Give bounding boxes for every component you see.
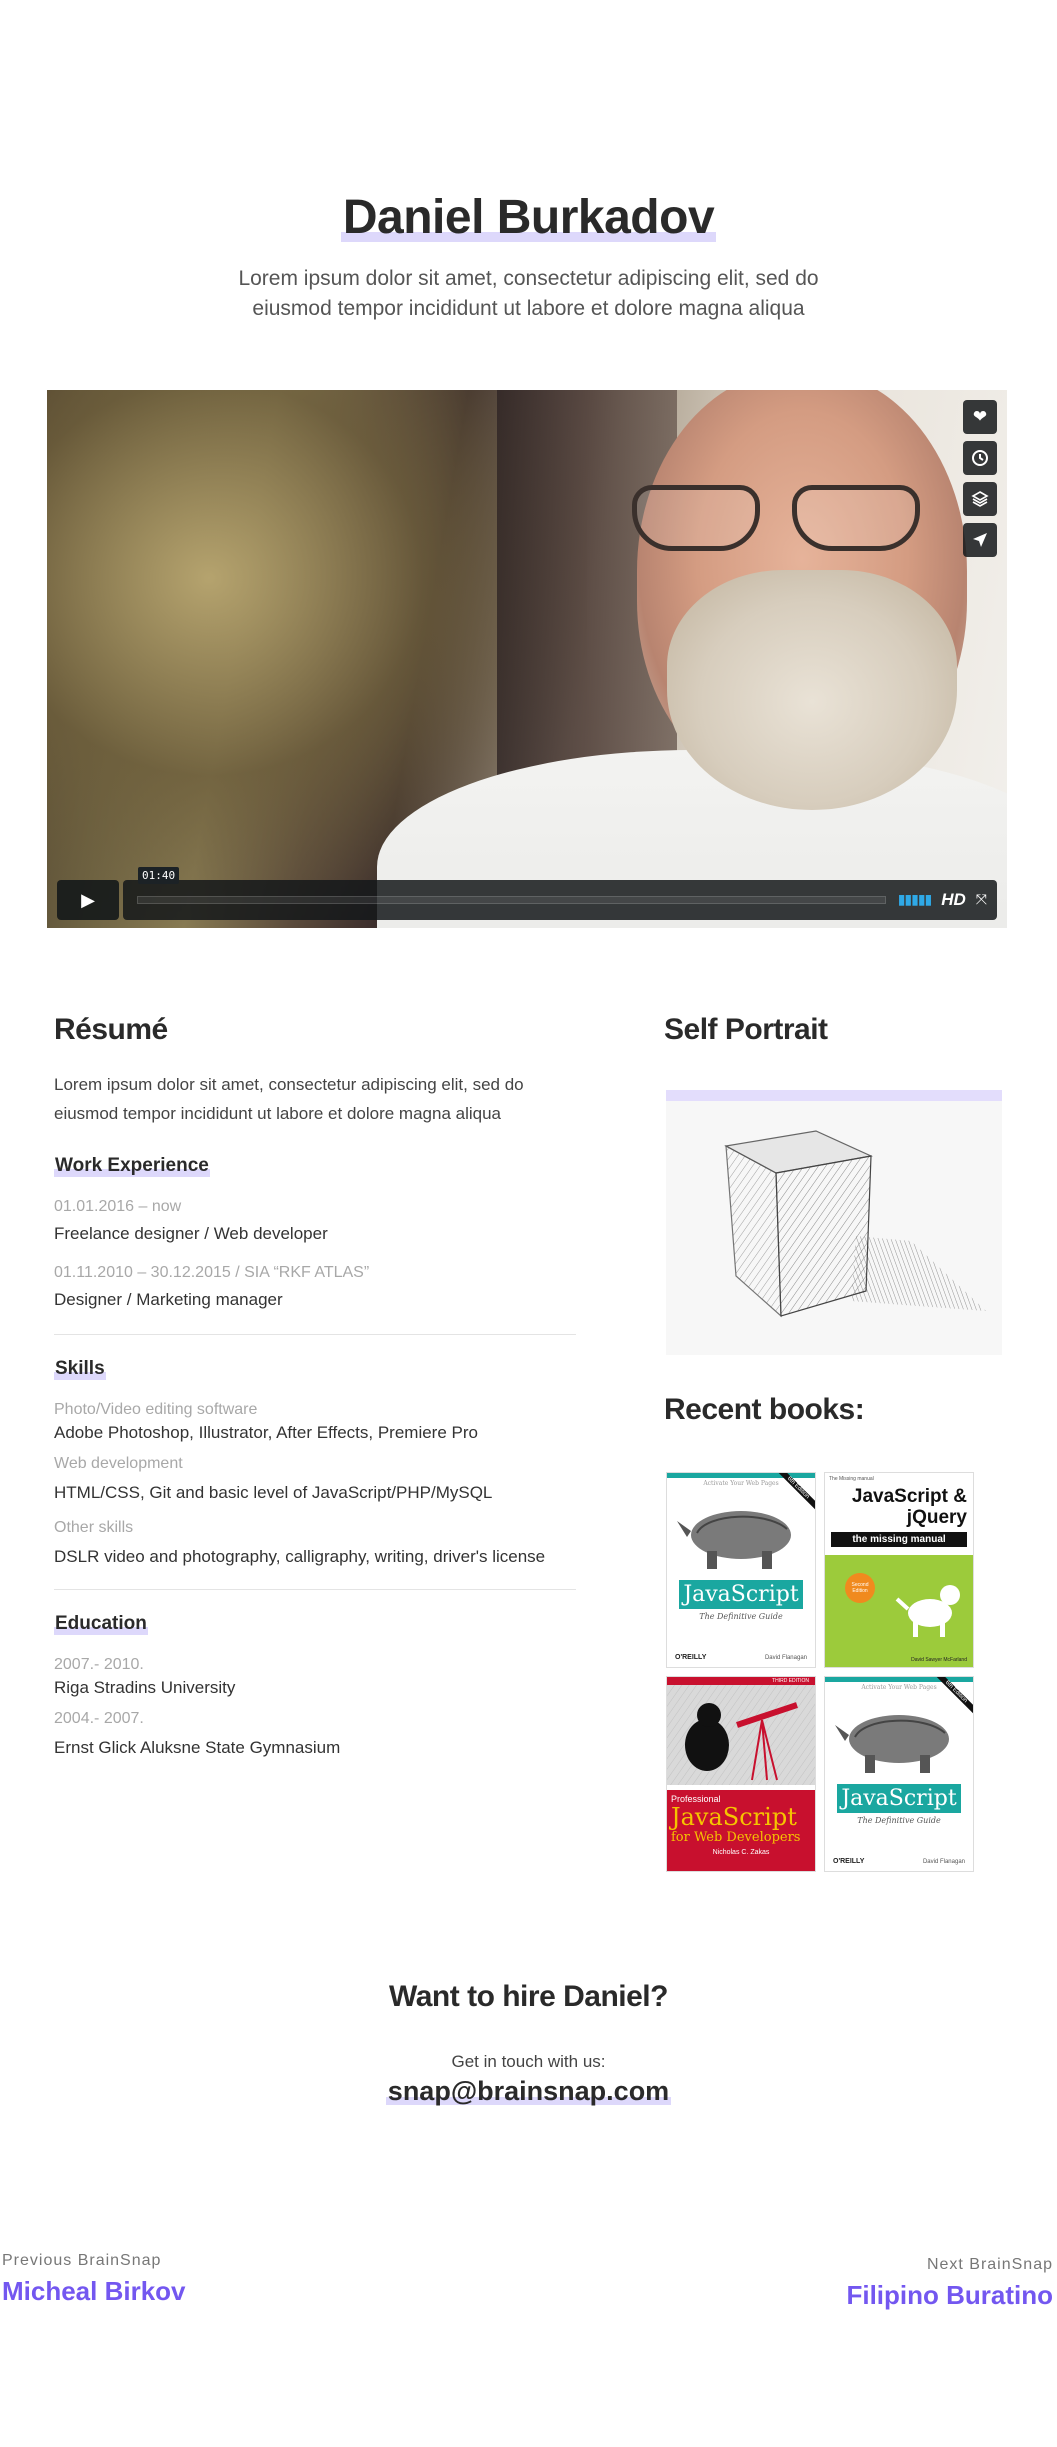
heart-icon[interactable]: ❤ bbox=[963, 400, 997, 434]
resume-intro: Lorem ipsum dolor sit amet, consectetur … bbox=[54, 1075, 524, 1123]
education-years: 2007.- 2010. bbox=[54, 1656, 144, 1673]
work-role: Freelance designer / Web developer bbox=[54, 1224, 328, 1243]
book-cover[interactable]: The Missing manual JavaScript & jQuery t… bbox=[824, 1472, 974, 1668]
book-cover[interactable]: Activate Your Web Pages 6th Edition Java… bbox=[666, 1472, 816, 1668]
self-portrait-title: Self Portrait bbox=[664, 1013, 828, 1046]
recent-books-title: Recent books: bbox=[664, 1393, 865, 1426]
clock-icon[interactable] bbox=[963, 441, 997, 475]
next-brainsnap: Next BrainSnap Filipino Buratino bbox=[846, 2256, 1053, 2311]
video-side-buttons: ❤ bbox=[963, 400, 997, 564]
resume-title: Résumé bbox=[54, 1013, 168, 1046]
work-date: 01.11.2010 – 30.12.2015 / SIA “RKF ATLAS… bbox=[54, 1264, 370, 1281]
education-years: 2004.- 2007. bbox=[54, 1710, 144, 1727]
work-experience-heading: Work Experience bbox=[54, 1154, 210, 1178]
education-school: Ernst Glick Aluksne State Gymnasium bbox=[54, 1738, 341, 1757]
list-item: Photo/Video editing software Adobe Photo… bbox=[54, 1399, 574, 1445]
skill-value: DSLR video and photography, calligraphy,… bbox=[54, 1547, 546, 1566]
work-role: Designer / Marketing manager bbox=[54, 1290, 283, 1309]
skill-label: Web development bbox=[54, 1455, 183, 1472]
list-item: 01.01.2016 – now Freelance designer / We… bbox=[54, 1196, 574, 1246]
telescope-photo bbox=[667, 1685, 815, 1785]
skill-label: Other skills bbox=[54, 1519, 134, 1536]
progress-bar[interactable]: 01:40 bbox=[137, 867, 886, 904]
email-link[interactable]: snap@brainsnap.com bbox=[385, 2076, 672, 2107]
contact-prompt: Get in touch with us: bbox=[451, 2052, 606, 2071]
next-label: Next BrainSnap bbox=[926, 2256, 1053, 2273]
video-controls: ▶ 01:40 ▮▮▮▮▮ HD ⤧ bbox=[57, 867, 997, 920]
work-experience: Work Experience 01.01.2016 – now Freelan… bbox=[54, 1154, 574, 1312]
list-item: 2007.- 2010. Riga Stradins University bbox=[54, 1654, 574, 1700]
play-icon: ▶ bbox=[81, 889, 95, 911]
book-cover[interactable]: Activate Your Web Pages 6th Edition Java… bbox=[824, 1676, 974, 1872]
time-tooltip: 01:40 bbox=[138, 867, 180, 884]
divider bbox=[54, 1589, 576, 1590]
education-heading: Education bbox=[54, 1612, 148, 1636]
video-control-bar: 01:40 ▮▮▮▮▮ HD ⤧ bbox=[123, 867, 997, 920]
work-date: 01.01.2016 – now bbox=[54, 1198, 182, 1215]
layers-icon[interactable] bbox=[963, 482, 997, 516]
video-frame-glasses bbox=[632, 485, 942, 555]
send-icon[interactable] bbox=[963, 523, 997, 557]
education-school: Riga Stradins University bbox=[54, 1678, 236, 1697]
list-item: Web development HTML/CSS, Git and basic … bbox=[54, 1453, 574, 1505]
hd-toggle[interactable]: HD bbox=[941, 890, 966, 910]
self-portrait-image bbox=[666, 1090, 1002, 1355]
resume-section: Résumé Lorem ipsum dolor sit amet, conse… bbox=[54, 1010, 576, 1760]
rhino-illustration bbox=[835, 1715, 949, 1773]
rhino-illustration bbox=[677, 1511, 791, 1569]
divider bbox=[54, 1334, 576, 1335]
hire-section: Want to hire Daniel? Get in touch with u… bbox=[0, 1980, 1057, 2107]
profile-header: Daniel Burkadov Lorem ipsum dolor sit am… bbox=[0, 190, 1057, 324]
video-player[interactable]: ❤ ▶ 01:40 ▮▮▮▮▮ HD ⤧ bbox=[47, 390, 1007, 928]
previous-label: Previous BrainSnap bbox=[2, 2252, 162, 2269]
volume-icon[interactable]: ▮▮▮▮▮ bbox=[898, 892, 933, 908]
education: Education 2007.- 2010. Riga Stradins Uni… bbox=[54, 1612, 574, 1760]
page-title: Daniel Burkadov bbox=[340, 190, 717, 246]
previous-link[interactable]: Micheal Birkov bbox=[2, 2276, 186, 2307]
skills: Skills Photo/Video editing software Adob… bbox=[54, 1357, 574, 1569]
previous-brainsnap: Previous BrainSnap Micheal Birkov bbox=[2, 2252, 186, 2307]
skill-value: Adobe Photoshop, Illustrator, After Effe… bbox=[54, 1423, 478, 1442]
fullscreen-icon[interactable]: ⤧ bbox=[976, 892, 987, 908]
book-cover[interactable]: THIRD EDITION Professional JavaScript fo… bbox=[666, 1676, 816, 1872]
dog-illustration bbox=[895, 1585, 960, 1637]
skills-heading: Skills bbox=[54, 1357, 106, 1381]
list-item: 2004.- 2007. Ernst Glick Aluksne State G… bbox=[54, 1708, 574, 1760]
profile-intro: Lorem ipsum dolor sit amet, consectetur … bbox=[238, 267, 819, 320]
skill-label: Photo/Video editing software bbox=[54, 1401, 258, 1418]
edition-badge: Second Edition bbox=[845, 1573, 875, 1603]
sidebar: Self Portrait Recent books: Activate You… bbox=[664, 1010, 1004, 1872]
list-item: Other skills DSLR video and photography,… bbox=[54, 1517, 574, 1569]
play-button[interactable]: ▶ bbox=[57, 880, 119, 920]
skill-value: HTML/CSS, Git and basic level of JavaScr… bbox=[54, 1483, 493, 1502]
list-item: 01.11.2010 – 30.12.2015 / SIA “RKF ATLAS… bbox=[54, 1262, 574, 1312]
hire-title: Want to hire Daniel? bbox=[389, 1980, 668, 2013]
next-link[interactable]: Filipino Buratino bbox=[846, 2280, 1053, 2311]
